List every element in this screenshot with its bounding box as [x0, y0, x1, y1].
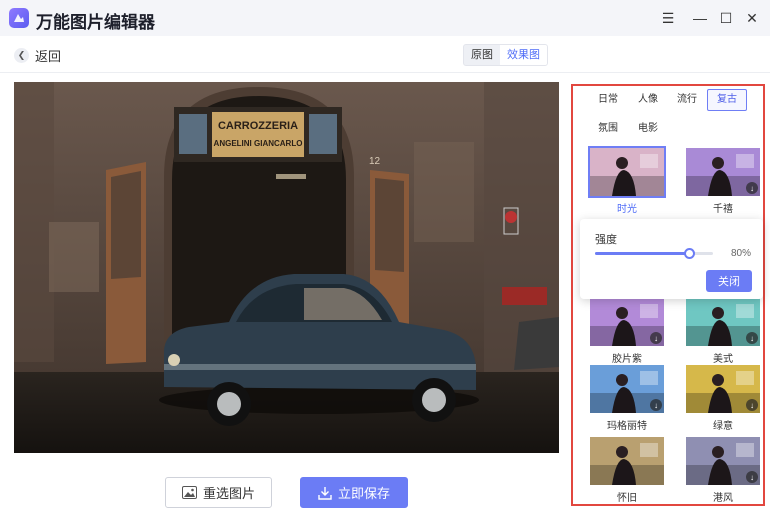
filter-label: 美式: [713, 354, 733, 365]
filter-thumbnail[interactable]: ↓: [686, 298, 760, 346]
download-icon[interactable]: ↓: [746, 332, 758, 344]
sign-line2: ANGELINI GIANCARLO: [214, 139, 303, 148]
reselect-image-button[interactable]: 重选图片: [165, 477, 272, 508]
download-icon[interactable]: ↓: [746, 471, 758, 483]
filter-thumbnail[interactable]: ↓: [686, 437, 760, 485]
tab-popular[interactable]: 流行: [670, 90, 704, 110]
filter-label: 时光: [617, 204, 637, 215]
download-icon[interactable]: ↓: [746, 399, 758, 411]
save-now-label: 立即保存: [337, 486, 390, 501]
header-divider: [0, 72, 770, 73]
menu-icon[interactable]: ☰: [658, 8, 678, 28]
intensity-popup: 强度 80% 关闭: [580, 219, 763, 299]
reselect-image-label: 重选图片: [202, 486, 255, 501]
intensity-value: 80%: [731, 248, 752, 259]
tab-portrait[interactable]: 人像: [631, 90, 665, 110]
intensity-title: 强度: [595, 234, 617, 246]
back-label: 返回: [35, 49, 62, 64]
download-icon[interactable]: ↓: [650, 399, 662, 411]
maximize-icon[interactable]: ☐: [716, 8, 736, 28]
title-bar: 万能图片编辑器 ☰ — ☐ ✕: [0, 0, 770, 36]
download-icon: [318, 486, 332, 500]
intensity-slider-handle[interactable]: [684, 248, 696, 259]
tab-atmosphere[interactable]: 氛围: [591, 119, 625, 139]
tab-daily[interactable]: 日常: [591, 90, 625, 110]
filter-label: 玛格丽特: [607, 421, 647, 432]
back-button[interactable]: ❮ 返回: [14, 46, 61, 65]
save-now-button[interactable]: 立即保存: [300, 477, 408, 508]
filter-thumbnail[interactable]: [590, 437, 664, 485]
chevron-left-icon: ❮: [14, 48, 29, 63]
tab-retro[interactable]: 复古: [707, 89, 747, 111]
filter-label: 千禧: [713, 204, 733, 215]
door-number: 12: [369, 156, 381, 167]
download-icon[interactable]: ↓: [650, 332, 662, 344]
intensity-slider-fill: [595, 252, 690, 255]
filter-label: 怀旧: [617, 493, 637, 504]
filter-label: 绿意: [713, 421, 733, 432]
image-icon: [181, 486, 197, 499]
download-icon[interactable]: ↓: [746, 182, 758, 194]
intensity-slider[interactable]: [595, 248, 713, 259]
view-toggle: 原图 效果图: [463, 44, 548, 66]
view-original-tab[interactable]: 原图: [464, 45, 500, 65]
app-title: 万能图片编辑器: [36, 13, 155, 32]
filter-thumbnail[interactable]: ↓: [686, 365, 760, 413]
sign-line1: CARROZZERIA: [218, 120, 298, 132]
filter-thumbnail[interactable]: [588, 146, 666, 198]
tab-movie[interactable]: 电影: [631, 119, 665, 139]
filter-label: 港风: [713, 493, 733, 504]
minimize-icon[interactable]: —: [690, 8, 710, 28]
close-icon[interactable]: ✕: [742, 8, 762, 28]
filter-thumbnail[interactable]: ↓: [590, 298, 664, 346]
photo-preview: CARROZZERIA ANGELINI GIANCARLO 12: [14, 82, 559, 453]
filter-thumbnail[interactable]: ↓: [686, 148, 760, 196]
filter-thumbnail[interactable]: ↓: [590, 365, 664, 413]
app-logo-icon: [9, 8, 29, 28]
filter-label: 胶片紫: [612, 354, 642, 365]
close-button[interactable]: 关闭: [706, 270, 752, 292]
view-effect-tab[interactable]: 效果图: [500, 45, 547, 65]
